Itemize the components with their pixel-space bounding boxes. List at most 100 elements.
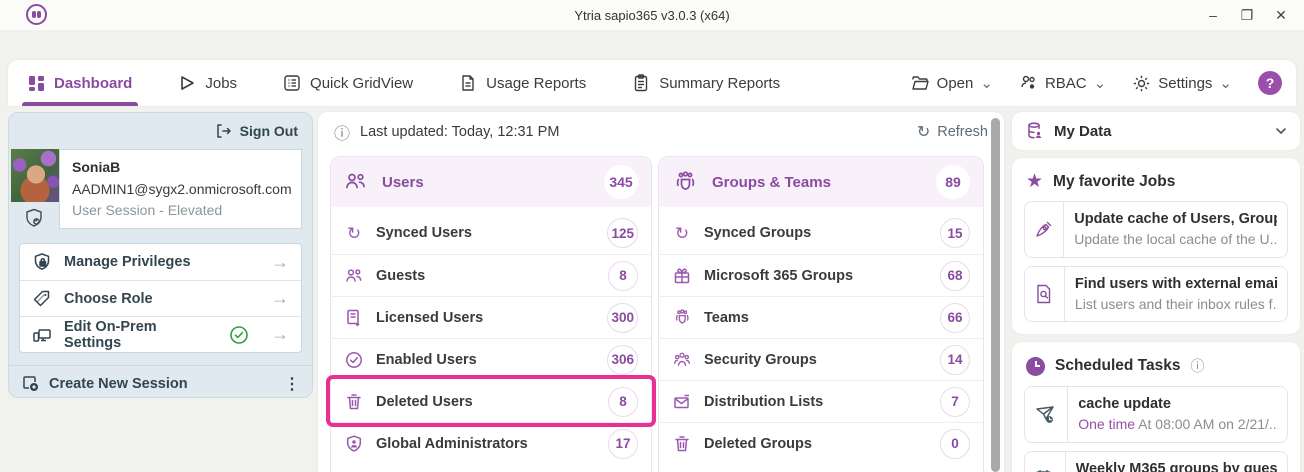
groups-teams-card: Groups & Teams 89 ↻ Synced Groups 15 Mic… — [658, 156, 984, 472]
synced-groups-row[interactable]: ↻ Synced Groups 15 — [659, 212, 983, 254]
count-badge: 14 — [940, 345, 970, 375]
teams-row[interactable]: Teams 66 — [659, 296, 983, 338]
microsoft-365-groups-row[interactable]: Microsoft 365 Groups 68 — [659, 254, 983, 296]
tab-usage-reports[interactable]: Usage Reports — [453, 60, 592, 106]
avatar — [11, 149, 59, 202]
admin-shield-icon — [344, 434, 364, 454]
users-card-title: Users — [382, 174, 424, 191]
sync-icon: ↻ — [344, 225, 364, 242]
arrow-right-icon: → — [271, 288, 289, 309]
pen-icon — [1025, 202, 1064, 257]
rbac-button[interactable]: RBAC ⌄ — [1019, 74, 1106, 93]
open-label: Open — [937, 75, 974, 92]
user-name: SoniaB — [72, 157, 289, 179]
m365-gift-icon — [672, 266, 692, 286]
menu-item-label: Edit On-Prem Settings — [64, 319, 217, 351]
user-email: AADMIN1@sygx2.onmicrosoft.com — [72, 179, 289, 201]
minimize-button[interactable]: – — [1198, 2, 1228, 28]
help-button[interactable]: ? — [1258, 71, 1282, 95]
tab-label: Quick GridView — [310, 75, 413, 92]
licensed-users-row[interactable]: Licensed Users 300 — [331, 296, 651, 338]
main-scrollbar[interactable] — [991, 118, 1000, 472]
count-badge: 66 — [940, 303, 970, 333]
count-badge: 15 — [940, 218, 970, 248]
create-new-session-button[interactable]: Create New Session ⋮ — [9, 365, 312, 401]
enabled-users-row[interactable]: Enabled Users 306 — [331, 338, 651, 380]
tab-dashboard[interactable]: Dashboard — [22, 60, 138, 106]
devices-icon — [32, 325, 52, 345]
tag-icon — [32, 289, 52, 309]
jobs-play-icon — [178, 74, 196, 92]
scrollbar-thumb[interactable] — [991, 118, 1000, 472]
chevron-down-icon: ⌄ — [980, 74, 993, 92]
distribution-lists-row[interactable]: Distribution Lists 7 — [659, 380, 983, 422]
security-groups-row[interactable]: Security Groups 14 — [659, 338, 983, 380]
sync-icon: ↻ — [672, 225, 692, 242]
doc-search-icon — [1025, 267, 1065, 322]
scheduled-task-item[interactable]: Weekly M365 groups by guest... One time … — [1024, 451, 1288, 472]
scheduled-tasks-card: Scheduled Tasks ⓘ cache update One time … — [1012, 342, 1300, 472]
my-data-card[interactable]: My Data — [1012, 112, 1300, 150]
check-circle-icon — [344, 350, 364, 370]
chevron-down-icon — [1274, 124, 1288, 138]
scheduled-task-item[interactable]: cache update One time At 08:00 AM on 2/2… — [1024, 386, 1288, 443]
usage-reports-doc-icon — [459, 74, 477, 92]
groups-total-badge: 89 — [936, 165, 970, 199]
count-badge: 17 — [608, 429, 638, 459]
rbac-people-icon — [1019, 74, 1038, 93]
gear-icon — [1132, 74, 1151, 93]
sign-out-button[interactable]: Sign Out — [9, 113, 312, 149]
dashboard-panel: ⓘ Last updated: Today, 12:31 PM ↻ Refres… — [318, 112, 1004, 472]
chevron-down-icon: ⌄ — [1219, 74, 1232, 92]
database-icon — [1024, 121, 1044, 141]
favorite-job-item[interactable]: Find users with external email ... List … — [1024, 266, 1288, 323]
maximize-button[interactable]: ❐ — [1232, 2, 1262, 28]
info-icon: ⓘ — [1190, 356, 1204, 376]
refresh-label: Refresh — [937, 124, 988, 140]
arrow-right-icon: → — [271, 324, 289, 345]
menu-item-label: Choose Role — [64, 291, 153, 307]
count-badge: 8 — [608, 387, 638, 417]
tab-label: Dashboard — [54, 75, 132, 92]
users-card: Users 345 ↻ Synced Users 125 Guests 8 Li… — [330, 156, 652, 472]
security-groups-icon — [672, 350, 692, 370]
deleted-users-row-highlighted[interactable]: Deleted Users 8 — [331, 380, 651, 422]
tab-summary-reports[interactable]: Summary Reports — [626, 60, 786, 106]
arrow-right-icon: → — [271, 252, 289, 273]
manage-privileges-item[interactable]: Manage Privileges → — [20, 244, 301, 280]
synced-users-row[interactable]: ↻ Synced Users 125 — [331, 212, 651, 254]
favorite-job-item[interactable]: Update cache of Users, Groups... Update … — [1024, 201, 1288, 258]
title-bar: Ytria sapio365 v3.0.3 (x64) – ❐ ✕ — [0, 0, 1304, 30]
choose-role-item[interactable]: Choose Role → — [20, 280, 301, 316]
kebab-menu-icon[interactable]: ⋮ — [284, 374, 300, 394]
open-button[interactable]: Open ⌄ — [911, 74, 993, 93]
favorite-jobs-title: My favorite Jobs — [1053, 173, 1175, 191]
window-title: Ytria sapio365 v3.0.3 (x64) — [0, 0, 1304, 30]
send-clock-icon — [1025, 387, 1068, 442]
favorite-jobs-card: ★ My favorite Jobs Update cache of Users… — [1012, 158, 1300, 334]
refresh-button[interactable]: ↻ Refresh — [917, 122, 988, 142]
open-folder-icon — [911, 74, 930, 93]
tab-label: Usage Reports — [486, 75, 586, 92]
groups-teams-card-title: Groups & Teams — [712, 174, 831, 191]
count-badge: 0 — [940, 429, 970, 459]
right-panel: My Data ★ My favorite Jobs Update cache … — [1012, 112, 1300, 472]
tab-label: Jobs — [205, 75, 237, 92]
create-new-session-label: Create New Session — [49, 376, 188, 392]
tab-jobs[interactable]: Jobs — [172, 60, 243, 106]
count-badge: 7 — [940, 387, 970, 417]
session-menu: Manage Privileges → Choose Role → Edit O… — [19, 243, 302, 353]
close-button[interactable]: ✕ — [1266, 2, 1296, 28]
guests-row[interactable]: Guests 8 — [331, 254, 651, 296]
users-card-header[interactable]: Users 345 — [331, 157, 651, 207]
edit-onprem-settings-item[interactable]: Edit On-Prem Settings → — [20, 316, 301, 352]
groups-teams-card-header[interactable]: Groups & Teams 89 — [659, 157, 983, 207]
count-badge: 8 — [608, 261, 638, 291]
global-administrators-row[interactable]: Global Administrators 17 — [331, 422, 651, 464]
deleted-groups-row[interactable]: Deleted Groups 0 — [659, 422, 983, 464]
count-badge: 68 — [940, 261, 970, 291]
sign-out-label: Sign Out — [240, 123, 298, 139]
settings-button[interactable]: Settings ⌄ — [1132, 74, 1232, 93]
my-data-title: My Data — [1054, 123, 1112, 140]
tab-quick-gridview[interactable]: Quick GridView — [277, 60, 419, 106]
